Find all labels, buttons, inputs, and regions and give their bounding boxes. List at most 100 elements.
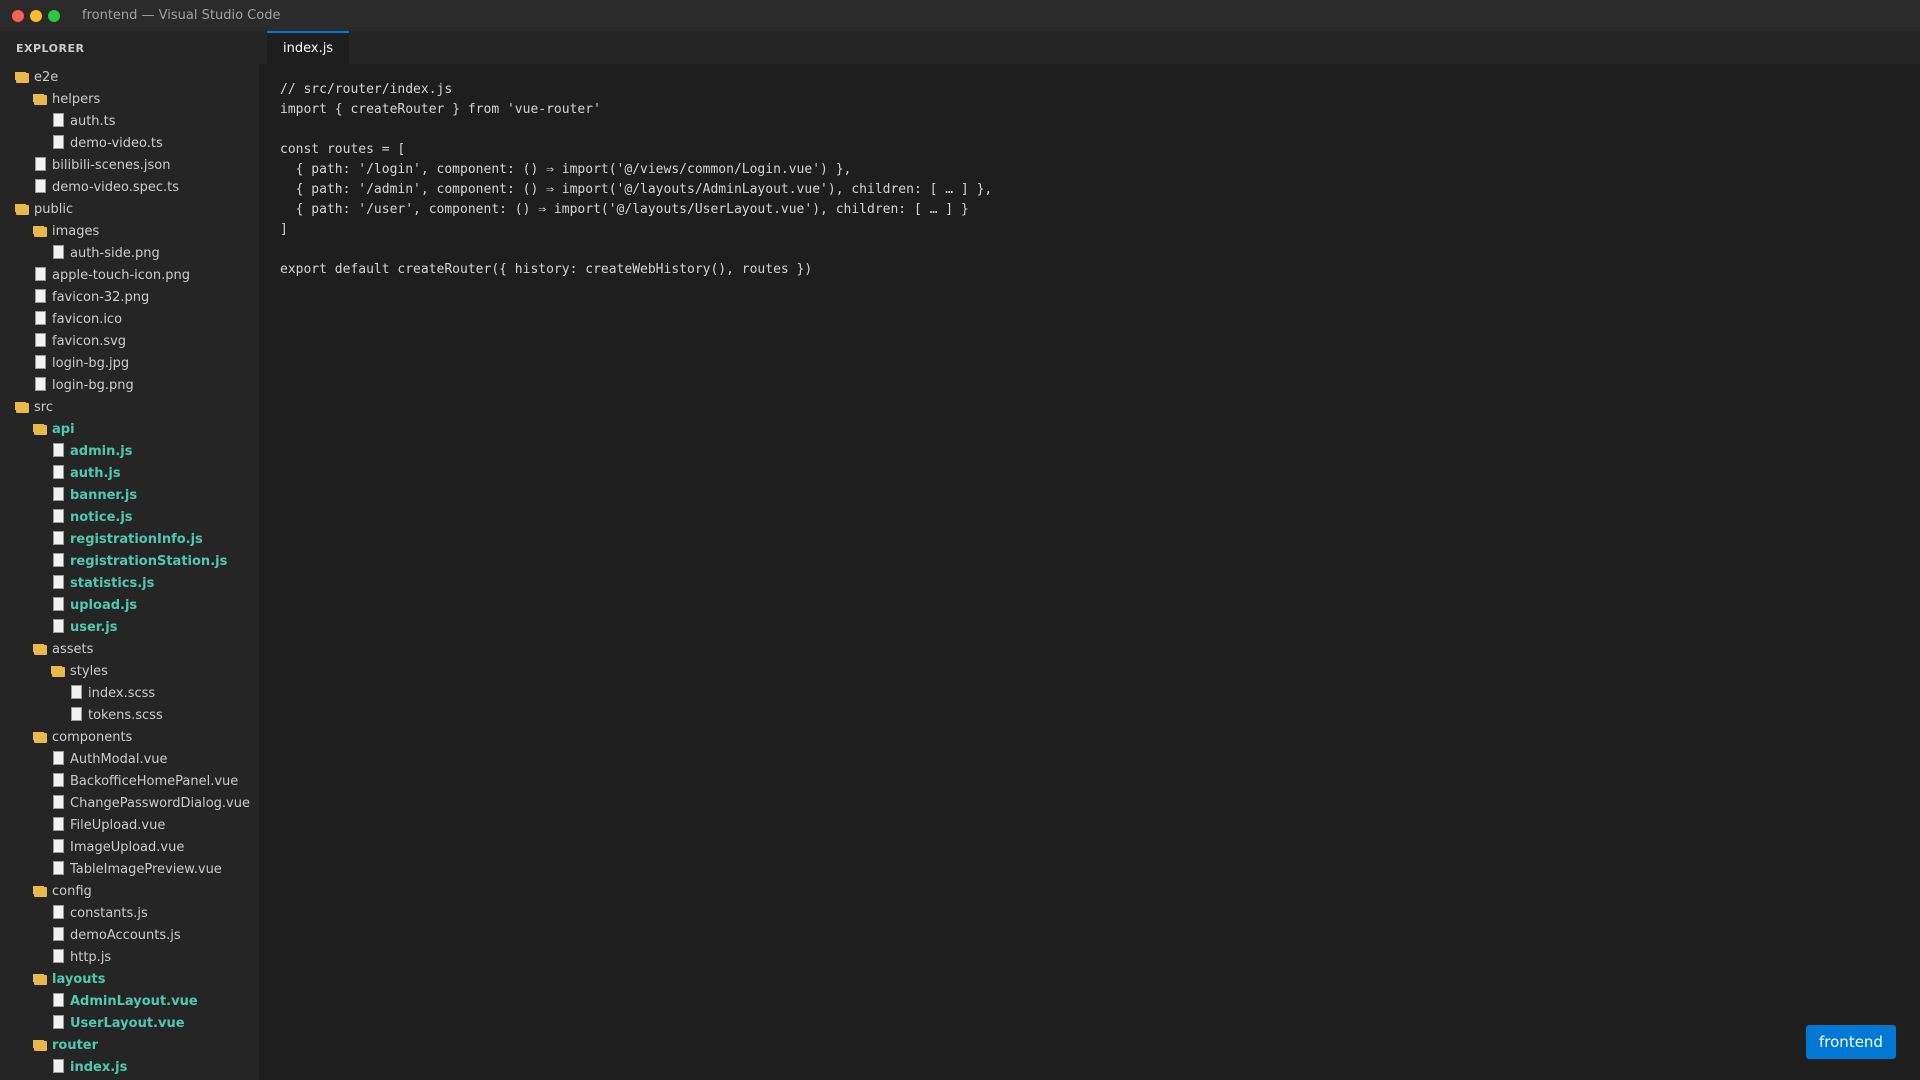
file-icon bbox=[50, 1057, 66, 1079]
tree-file[interactable]: admin.js bbox=[0, 441, 259, 463]
file-icon bbox=[50, 925, 66, 947]
tree-file[interactable]: upload.js bbox=[0, 595, 259, 617]
tree-file[interactable]: statistics.js bbox=[0, 573, 259, 595]
tree-file[interactable]: login-bg.png bbox=[0, 375, 259, 397]
tree-item-label: favicon.svg bbox=[52, 334, 127, 349]
tree-file[interactable]: tokens.scss bbox=[0, 705, 259, 727]
vscode-window: frontend — Visual Studio Code EXPLORER e… bbox=[0, 0, 1920, 1080]
tree-item-label: admin.js bbox=[70, 444, 133, 459]
tree-item-label: api bbox=[52, 422, 75, 437]
file-icon bbox=[32, 331, 48, 353]
tree-item-label: ChangePasswordDialog.vue bbox=[70, 796, 250, 811]
code-line: { path: '/login', component: () ⇒ import… bbox=[280, 162, 852, 177]
tab-index-js[interactable]: index.js bbox=[267, 31, 350, 64]
tab-bar: index.js bbox=[259, 31, 1920, 64]
tree-file[interactable]: BackofficeHomePanel.vue bbox=[0, 771, 259, 793]
tree-folder[interactable]: components bbox=[0, 727, 259, 749]
tree-file[interactable]: registrationStation.js bbox=[0, 551, 259, 573]
tree-file[interactable]: index.scss bbox=[0, 683, 259, 705]
tree-file[interactable]: auth.js bbox=[0, 463, 259, 485]
file-icon bbox=[50, 551, 66, 573]
file-icon bbox=[32, 353, 48, 375]
file-icon bbox=[50, 903, 66, 925]
tree-item-label: config bbox=[52, 884, 92, 899]
tree-folder[interactable]: layouts bbox=[0, 969, 259, 991]
tree-file[interactable]: index.js bbox=[0, 1057, 259, 1079]
folder-icon bbox=[14, 397, 30, 419]
tree-file[interactable]: demo-video.ts bbox=[0, 133, 259, 155]
tree-file[interactable]: TableImagePreview.vue bbox=[0, 859, 259, 881]
tree-file[interactable]: apple-touch-icon.png bbox=[0, 265, 259, 287]
tree-item-label: apple-touch-icon.png bbox=[52, 268, 190, 283]
tree-file[interactable]: FileUpload.vue bbox=[0, 815, 259, 837]
file-icon bbox=[50, 1013, 66, 1035]
tree-folder[interactable]: images bbox=[0, 221, 259, 243]
folder-icon bbox=[50, 661, 66, 683]
tree-folder[interactable]: router bbox=[0, 1035, 259, 1057]
tree-item-label: index.js bbox=[70, 1060, 128, 1075]
file-icon bbox=[50, 749, 66, 771]
code-editor[interactable]: // src/router/index.js import { createRou… bbox=[259, 64, 1920, 280]
tree-file[interactable]: favicon.svg bbox=[0, 331, 259, 353]
tree-item-label: AuthModal.vue bbox=[70, 752, 168, 767]
tree-item-label: user.js bbox=[70, 620, 118, 635]
tree-item-label: demo-video.ts bbox=[70, 136, 163, 151]
tree-item-label: AdminLayout.vue bbox=[70, 994, 198, 1009]
tree-item-label: TableImagePreview.vue bbox=[70, 862, 222, 877]
tree-file[interactable]: AdminLayout.vue bbox=[0, 991, 259, 1013]
tree-file[interactable]: auth.ts bbox=[0, 111, 259, 133]
tree-item-label: demo-video.spec.ts bbox=[52, 180, 180, 195]
tree-item-label: auth.js bbox=[70, 466, 121, 481]
tree-item-label: ImageUpload.vue bbox=[70, 840, 185, 855]
tree-folder[interactable]: public bbox=[0, 199, 259, 221]
tree-file[interactable]: demo-video.spec.ts bbox=[0, 177, 259, 199]
tree-item-label: banner.js bbox=[70, 488, 138, 503]
file-icon bbox=[50, 595, 66, 617]
tree-file[interactable]: banner.js bbox=[0, 485, 259, 507]
tree-folder[interactable]: e2e bbox=[0, 67, 259, 89]
file-icon bbox=[50, 771, 66, 793]
title-bar: frontend — Visual Studio Code bbox=[0, 0, 1920, 31]
tree-item-label: notice.js bbox=[70, 510, 133, 525]
tree-file[interactable]: ImageUpload.vue bbox=[0, 837, 259, 859]
tree-folder[interactable]: helpers bbox=[0, 89, 259, 111]
tree-folder[interactable]: assets bbox=[0, 639, 259, 661]
frontend-badge[interactable]: frontend bbox=[1806, 1025, 1896, 1059]
tree-item-label: styles bbox=[70, 664, 108, 679]
tree-file[interactable]: user.js bbox=[0, 617, 259, 639]
close-window-button[interactable] bbox=[12, 9, 24, 22]
tree-item-label: bilibili-scenes.json bbox=[52, 158, 171, 173]
tree-file[interactable]: constants.js bbox=[0, 903, 259, 925]
file-icon bbox=[50, 991, 66, 1013]
tree-file[interactable]: registrationInfo.js bbox=[0, 529, 259, 551]
file-icon bbox=[50, 243, 66, 265]
tree-file[interactable]: AuthModal.vue bbox=[0, 749, 259, 771]
tree-file[interactable]: notice.js bbox=[0, 507, 259, 529]
minimize-window-button[interactable] bbox=[30, 9, 42, 22]
tree-folder[interactable]: config bbox=[0, 881, 259, 903]
code-line: ] bbox=[280, 222, 288, 237]
folder-icon bbox=[32, 89, 48, 111]
tree-file[interactable]: demoAccounts.js bbox=[0, 925, 259, 947]
file-icon bbox=[68, 705, 84, 727]
tree-folder[interactable]: styles bbox=[0, 661, 259, 683]
file-tree: e2e helpers auth.ts demo-video.ts bilibili-s… bbox=[0, 67, 259, 1079]
tree-item-label: registrationInfo.js bbox=[70, 532, 203, 547]
tree-folder[interactable]: src bbox=[0, 397, 259, 419]
file-icon bbox=[50, 111, 66, 133]
tree-folder[interactable]: api bbox=[0, 419, 259, 441]
tree-item-label: FileUpload.vue bbox=[70, 818, 166, 833]
tree-file[interactable]: bilibili-scenes.json bbox=[0, 155, 259, 177]
tree-file[interactable]: auth-side.png bbox=[0, 243, 259, 265]
tree-file[interactable]: favicon.ico bbox=[0, 309, 259, 331]
maximize-window-button[interactable] bbox=[48, 9, 60, 22]
tree-file[interactable]: favicon-32.png bbox=[0, 287, 259, 309]
tree-item-label: src bbox=[34, 400, 53, 415]
tree-file[interactable]: UserLayout.vue bbox=[0, 1013, 259, 1035]
tree-file[interactable]: login-bg.jpg bbox=[0, 353, 259, 375]
file-icon bbox=[50, 485, 66, 507]
tree-file[interactable]: http.js bbox=[0, 947, 259, 969]
file-icon bbox=[50, 573, 66, 595]
tree-file[interactable]: ChangePasswordDialog.vue bbox=[0, 793, 259, 815]
folder-icon bbox=[14, 199, 30, 221]
